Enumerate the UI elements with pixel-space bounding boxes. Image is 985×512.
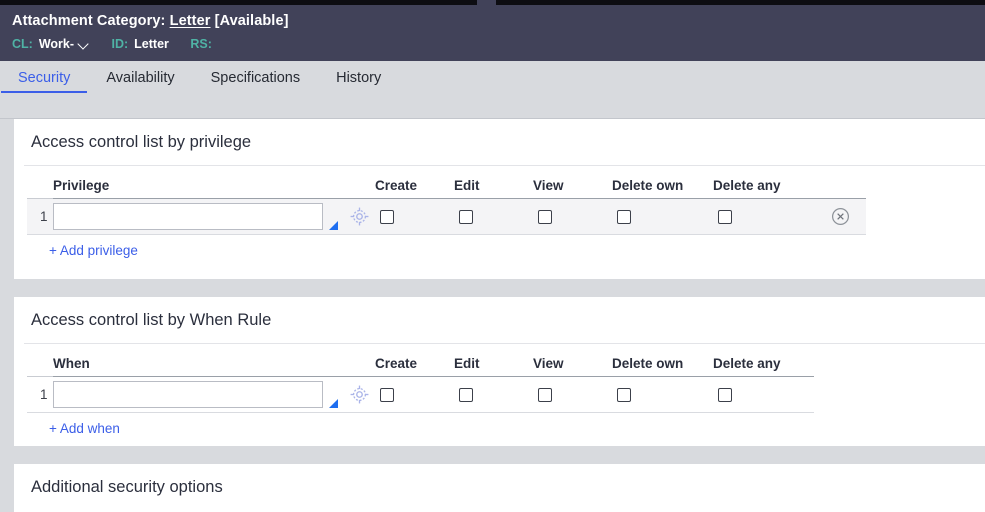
page-title: Attachment Category: Letter [Available] [12, 11, 985, 31]
table-row: 1 [27, 376, 814, 413]
checkbox-create[interactable] [380, 209, 394, 224]
crosshair-target-icon[interactable] [350, 207, 369, 226]
tab-availability[interactable]: Availability [88, 61, 192, 93]
when-picker-cell [343, 376, 375, 413]
crosshair-target-icon[interactable] [350, 385, 369, 404]
create-cell [375, 198, 454, 235]
checkbox-create[interactable] [380, 387, 394, 402]
checkbox-edit[interactable] [459, 209, 473, 224]
col-edit: Edit [454, 178, 533, 199]
table-row: 1 [27, 198, 866, 235]
col-index [27, 356, 53, 377]
view-cell [533, 198, 612, 235]
acl-privilege-table: Privilege Create Edit View Delete own De… [27, 178, 866, 235]
col-privilege: Privilege [53, 178, 343, 199]
col-view: View [533, 178, 612, 199]
remove-cell [814, 198, 866, 235]
when-field-cell [53, 376, 343, 413]
row-index: 1 [40, 209, 48, 224]
add-privilege-link[interactable]: + Add privilege [40, 235, 138, 258]
view-cell [533, 376, 612, 413]
section-title-privilege: Access control list by privilege [31, 133, 252, 151]
row-index-cell: 1 [27, 198, 53, 235]
create-cell [375, 376, 454, 413]
checkbox-delete-any[interactable] [718, 387, 732, 402]
meta-id-value: Letter [134, 37, 169, 51]
col-delete-own: Delete own [612, 356, 713, 377]
col-delete-any: Delete any [713, 178, 814, 199]
tab-specifications[interactable]: Specifications [193, 61, 318, 93]
tab-bar: Security Availability Specifications His… [0, 61, 985, 119]
delete-own-cell [612, 198, 713, 235]
section-title-when: Access control list by When Rule [31, 311, 272, 329]
col-delete-any: Delete any [713, 356, 814, 377]
delete-own-cell [612, 376, 713, 413]
col-edit: Edit [454, 356, 533, 377]
section-additional-security-options: Additional security options [14, 464, 985, 512]
when-input[interactable] [53, 381, 323, 408]
meta-id: ID: Letter [112, 36, 169, 52]
col-when: When [53, 356, 343, 377]
checkbox-delete-any[interactable] [718, 209, 732, 224]
col-create: Create [375, 178, 454, 199]
section-title-extra: Additional security options [31, 478, 223, 496]
row-index: 1 [40, 387, 48, 402]
col-create: Create [375, 356, 454, 377]
tab-security[interactable]: Security [0, 61, 88, 93]
privilege-input[interactable] [53, 203, 323, 230]
table-header-row: Privilege Create Edit View Delete own De… [27, 178, 866, 199]
meta-class-label: CL: [12, 37, 33, 51]
col-picker [343, 356, 375, 377]
record-header: Attachment Category: Letter [Available] … [0, 5, 985, 61]
delete-any-cell [713, 198, 814, 235]
section-acl-by-privilege: Access control list by privilege Privile… [14, 119, 985, 279]
tab-history[interactable]: History [318, 61, 399, 93]
chevron-down-icon[interactable] [79, 40, 90, 47]
page-title-status: [Available] [214, 13, 289, 29]
table-header-row: When Create Edit View Delete own Delete … [27, 356, 814, 377]
meta-class[interactable]: CL: Work- [12, 36, 90, 52]
delete-any-cell [713, 376, 814, 413]
add-when-link[interactable]: + Add when [40, 413, 120, 436]
checkbox-delete-own[interactable] [617, 387, 631, 402]
col-picker [343, 178, 375, 199]
meta-rs-label: RS: [190, 37, 212, 51]
privilege-field-cell [53, 198, 343, 235]
col-index [27, 178, 53, 199]
col-delete-own: Delete own [612, 178, 713, 199]
col-view: View [533, 356, 612, 377]
edit-cell [454, 198, 533, 235]
row-index-cell: 1 [27, 376, 53, 413]
checkbox-view[interactable] [538, 387, 552, 402]
section-acl-by-when-rule: Access control list by When Rule When Cr… [14, 297, 985, 446]
checkbox-view[interactable] [538, 209, 552, 224]
acl-when-table: When Create Edit View Delete own Delete … [27, 356, 814, 413]
meta-class-value: Work- [38, 37, 75, 51]
page-title-prefix: Attachment Category: [12, 13, 166, 29]
checkbox-edit[interactable] [459, 387, 473, 402]
checkbox-delete-own[interactable] [617, 209, 631, 224]
meta-id-label: ID: [111, 37, 129, 51]
col-remove [814, 178, 866, 199]
meta-rs: RS: [190, 36, 218, 52]
page-body: Access control list by privilege Privile… [0, 119, 985, 512]
resize-grip-icon[interactable] [329, 399, 338, 408]
record-meta: CL: Work- ID: Letter RS: [12, 36, 985, 52]
resize-grip-icon[interactable] [329, 221, 338, 230]
edit-cell [454, 376, 533, 413]
remove-row-icon[interactable] [831, 207, 850, 226]
page-title-link[interactable]: Letter [170, 13, 211, 29]
privilege-picker-cell [343, 198, 375, 235]
